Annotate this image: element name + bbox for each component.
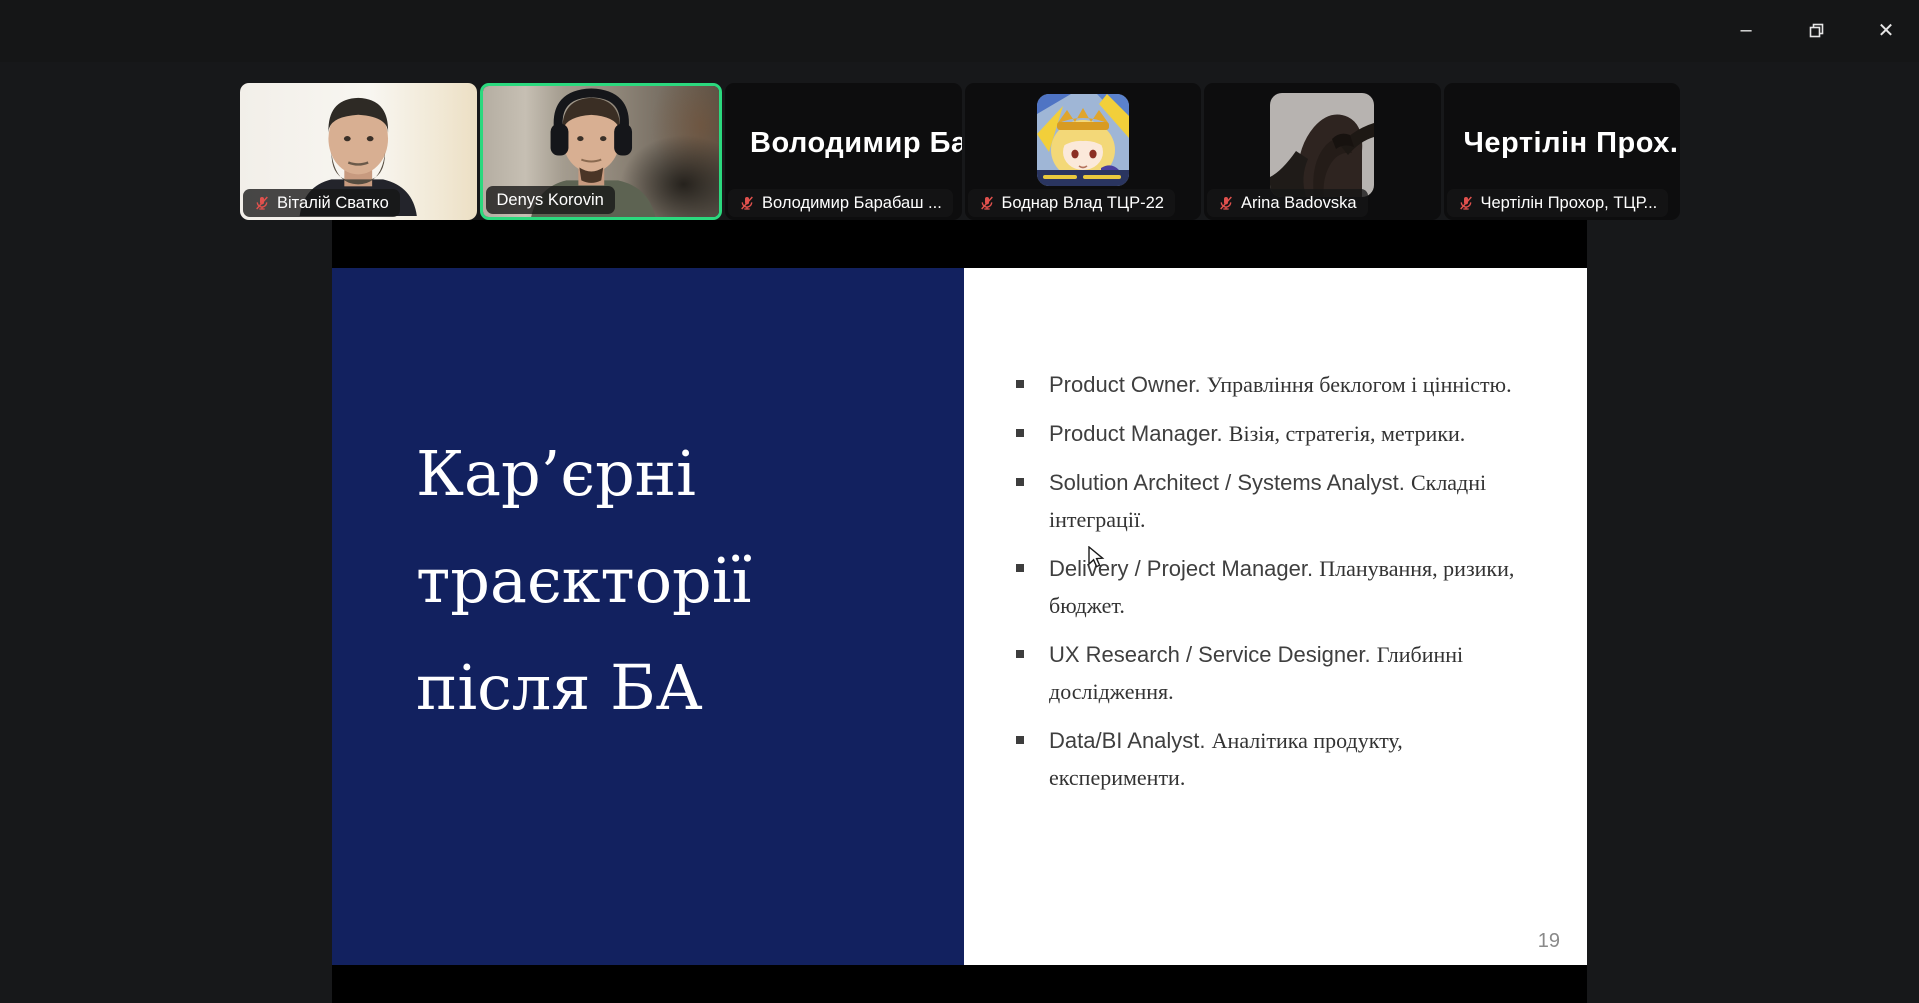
restore-icon (1809, 23, 1824, 38)
presentation-slide: Кар’єрні траєкторії після БА Product Own… (332, 268, 1587, 965)
participant-name: Боднар Влад ТЦР-22 (1002, 193, 1164, 213)
muted-mic-icon (1458, 195, 1474, 211)
participant-avatar (1037, 94, 1129, 186)
muted-mic-icon (739, 195, 755, 211)
bullet-role: UX Research / Service Designer. (1049, 642, 1371, 667)
participant-name: Arina Badovska (1241, 193, 1357, 213)
restore-button[interactable] (1793, 14, 1839, 46)
bullet-role: Product Manager. (1049, 421, 1223, 446)
bullet-role: Data/BI Analyst. (1049, 728, 1206, 753)
participant-name-label: Denys Korovin (486, 186, 615, 214)
bullet-item: Product Manager. Візія, стратегія, метри… (1049, 415, 1529, 452)
participant-name: Denys Korovin (497, 190, 604, 210)
muted-mic-icon (1218, 195, 1234, 211)
minimize-button[interactable]: – (1723, 14, 1769, 46)
bullet-item: Product Owner. Управління беклогом і цін… (1049, 366, 1529, 403)
participant-name-label: Arina Badovska (1207, 189, 1368, 217)
bullet-role: Solution Architect / Systems Analyst. (1049, 470, 1405, 495)
participant-name-label: Володимир Барабаш ... (728, 189, 953, 217)
slide-title-line: після БА (416, 634, 964, 741)
minimize-icon: – (1740, 19, 1751, 42)
slide-title-panel: Кар’єрні траєкторії після БА (332, 268, 964, 965)
participant-tile-vitalii-svatko[interactable]: Віталій Сватко (240, 83, 477, 220)
muted-mic-icon (254, 195, 270, 211)
bullet-role: Product Owner. (1049, 372, 1201, 397)
participant-filmstrip: Віталій Сватко Denys Korovin (240, 83, 1680, 220)
participant-avatar (1270, 93, 1374, 197)
slide-title: Кар’єрні траєкторії після БА (416, 420, 964, 741)
participant-name: Віталій Сватко (277, 193, 389, 213)
close-button[interactable]: ✕ (1863, 14, 1909, 46)
bullet-item: Solution Architect / Systems Analyst. Ск… (1049, 464, 1529, 538)
bullet-item: Data/BI Analyst. Аналітика продукту, екс… (1049, 722, 1529, 796)
screen-share-area: Кар’єрні траєкторії після БА Product Own… (332, 220, 1587, 1003)
slide-page-number: 19 (1538, 930, 1560, 953)
bullet-item: UX Research / Service Designer. Глибинні… (1049, 636, 1529, 710)
participant-name: Чертілін Прохор, ТЦР... (1481, 193, 1658, 213)
participant-name-label: Чертілін Прохор, ТЦР... (1447, 189, 1669, 217)
window-controls: – ✕ (1723, 14, 1909, 46)
muted-mic-icon (979, 195, 995, 211)
slide-content-panel: Product Owner. Управління беклогом і цін… (964, 268, 1587, 965)
participant-tile-volodymyr-barabash[interactable]: Володимир Ба... Володимир Барабаш ... (725, 83, 962, 220)
participant-tile-chertilin-prokhor[interactable]: Чертілін Прох... Чертілін Прохор, ТЦР... (1444, 83, 1681, 220)
participant-tile-denys-korovin[interactable]: Denys Korovin (480, 83, 723, 220)
bullet-description: Управління беклогом і цінністю. (1207, 372, 1512, 397)
bullet-item: Delivery / Project Manager. Планування, … (1049, 550, 1529, 624)
slide-title-line: траєкторії (416, 527, 964, 634)
slide-title-line: Кар’єрні (416, 420, 964, 527)
meeting-window: – ✕ (0, 0, 1919, 1003)
participant-name-label: Боднар Влад ТЦР-22 (968, 189, 1175, 217)
bullet-role: Delivery / Project Manager. (1049, 556, 1313, 581)
bullet-list: Product Owner. Управління беклогом і цін… (964, 268, 1587, 796)
bullet-description: Візія, стратегія, метрики. (1229, 421, 1466, 446)
participant-tile-bodnar-vlad[interactable]: Боднар Влад ТЦР-22 (965, 83, 1202, 220)
participant-name: Володимир Барабаш ... (762, 193, 942, 213)
close-icon: ✕ (1878, 18, 1895, 43)
participant-tile-arina-badovska[interactable]: Arina Badovska (1204, 83, 1441, 220)
participant-name-label: Віталій Сватко (243, 189, 400, 217)
window-titlebar: – ✕ (0, 0, 1919, 62)
